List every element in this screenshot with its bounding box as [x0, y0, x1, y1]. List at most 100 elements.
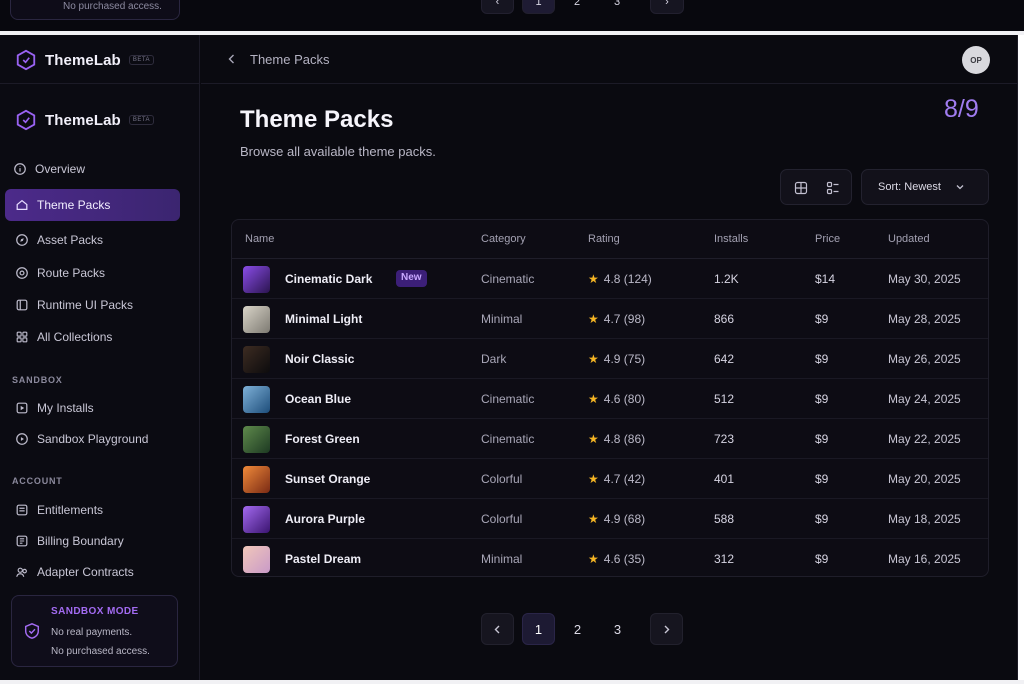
- sidebar-item-label: Sandbox Playground: [37, 432, 149, 446]
- next-page-button-clipped[interactable]: ›: [650, 0, 684, 14]
- theme-thumbnail: [243, 546, 270, 573]
- table-row[interactable]: Minimal Light Minimal ★ 4.7 (98) 866 $9 May 28…: [232, 298, 988, 338]
- theme-installs: 401: [714, 472, 735, 486]
- next-page-button[interactable]: [650, 613, 683, 645]
- theme-thumbnail: [243, 306, 270, 333]
- column-header-price[interactable]: Price: [815, 233, 840, 245]
- theme-packs-table: Name Category Rating Installs Price Upda…: [231, 219, 989, 577]
- star-icon: ★: [588, 392, 599, 406]
- theme-price: $9: [815, 392, 829, 406]
- column-header-rating[interactable]: Rating: [588, 233, 620, 245]
- sidebar-item-theme-packs[interactable]: Theme Packs: [5, 189, 180, 221]
- sandbox-mode-card: SANDBOX MODE No real payments. No purcha…: [11, 595, 178, 667]
- column-header-updated[interactable]: Updated: [888, 233, 930, 245]
- table-row[interactable]: Cinematic Dark New Cinematic ★ 4.8 (124) 1.2K…: [232, 258, 988, 298]
- theme-updated: May 28, 2025: [888, 312, 961, 326]
- sidebar-item-label: Theme Packs: [37, 198, 111, 212]
- theme-price: $9: [815, 352, 829, 366]
- sidebar-item-overview[interactable]: Overview: [3, 153, 178, 185]
- star-icon: ★: [588, 352, 599, 366]
- star-icon: ★: [588, 472, 599, 486]
- sidebar-brand[interactable]: ThemeLab BETA: [15, 109, 155, 131]
- shield-check-icon: [24, 623, 40, 639]
- theme-thumbnail: [243, 346, 270, 373]
- theme-installs: 723: [714, 432, 735, 446]
- theme-category: Cinematic: [481, 432, 535, 446]
- sort-dropdown[interactable]: Sort: Newest: [861, 169, 989, 205]
- sidebar-item-route-packs[interactable]: Route Packs: [5, 257, 180, 289]
- theme-category: Cinematic: [481, 272, 535, 286]
- theme-updated: May 22, 2025: [888, 432, 961, 446]
- sort-label: Sort: Newest: [878, 181, 941, 193]
- themelab-logo-icon: [16, 109, 36, 131]
- sidebar-item-runtime-ui-packs[interactable]: Runtime UI Packs: [5, 289, 180, 321]
- sidebar-item-sandbox-playground[interactable]: Sandbox Playground: [5, 423, 180, 455]
- sidebar-item-label: Billing Boundary: [37, 534, 124, 548]
- sandbox-mode-line1: No real payments.: [51, 627, 133, 638]
- theme-installs: 512: [714, 392, 735, 406]
- chevron-left-icon[interactable]: [225, 52, 239, 66]
- theme-installs: 642: [714, 352, 735, 366]
- theme-rating: ★ 4.6 (80): [588, 392, 645, 406]
- sandbox-mode-line2: No purchased access.: [51, 646, 150, 657]
- breadcrumb[interactable]: Theme Packs: [250, 52, 329, 67]
- sidebar-item-asset-packs[interactable]: Asset Packs: [5, 224, 180, 256]
- sidebar: ThemeLab BETA ThemeLab BETA Overview The…: [0, 35, 200, 680]
- theme-price: $9: [815, 472, 829, 486]
- sandbox-card-clipped-text: No purchased access.: [63, 1, 162, 12]
- sidebar-item-entitlements[interactable]: Entitlements: [5, 494, 180, 526]
- theme-installs: 1.2K: [714, 272, 739, 286]
- brand-name: ThemeLab: [45, 51, 121, 69]
- prev-page-button-clipped[interactable]: ‹: [481, 0, 514, 14]
- theme-price: $9: [815, 312, 829, 326]
- theme-name: Aurora Purple: [285, 512, 366, 526]
- theme-category: Colorful: [481, 472, 523, 486]
- page-button-1[interactable]: 1: [522, 613, 555, 645]
- prev-page-button[interactable]: [481, 613, 514, 645]
- sidebar-item-label: Asset Packs: [37, 233, 104, 247]
- sidebar-item-adapter-contracts[interactable]: Adapter Contracts: [5, 556, 180, 588]
- rating-value: 4.6 (35): [603, 552, 646, 566]
- rating-value: 4.8 (86): [603, 432, 646, 446]
- sidebar-item-my-installs[interactable]: My Installs: [5, 392, 180, 424]
- column-header-category[interactable]: Category: [481, 233, 526, 245]
- sidebar-item-label: Route Packs: [37, 266, 106, 280]
- section-label-sandbox: SANDBOX: [12, 375, 63, 385]
- star-icon: ★: [588, 512, 599, 526]
- theme-updated: May 16, 2025: [888, 552, 961, 566]
- theme-updated: May 26, 2025: [888, 352, 961, 366]
- sandbox-mode-title: SANDBOX MODE: [51, 606, 139, 617]
- page-button-clipped-2[interactable]: 2: [562, 0, 592, 14]
- theme-category: Colorful: [481, 512, 523, 526]
- page-button-3[interactable]: 3: [601, 613, 634, 645]
- page-button-2[interactable]: 2: [561, 613, 594, 645]
- page-button-clipped-1[interactable]: 1: [522, 0, 555, 14]
- page-subtitle: Browse all available theme packs.: [240, 144, 436, 159]
- theme-name: Minimal Light: [285, 312, 363, 326]
- target-icon: [16, 267, 28, 279]
- users-icon: [16, 567, 27, 577]
- brand-header[interactable]: ThemeLab BETA: [15, 49, 155, 71]
- theme-thumbnail: [243, 466, 270, 493]
- table-row[interactable]: Noir Classic Dark ★ 4.9 (75) 642 $9 May 26, 20…: [232, 338, 988, 378]
- theme-name: Sunset Orange: [285, 472, 371, 486]
- table-row[interactable]: Forest Green Cinematic ★ 4.8 (86) 723 $9 May 2…: [232, 418, 988, 458]
- theme-thumbnail: [243, 386, 270, 413]
- list-view-icon[interactable]: [826, 181, 840, 195]
- page-button-clipped-3[interactable]: 3: [602, 0, 632, 14]
- table-row[interactable]: Sunset Orange Colorful ★ 4.7 (42) 401 $9 May 2…: [232, 458, 988, 498]
- sidebar-item-billing-boundary[interactable]: Billing Boundary: [5, 525, 180, 557]
- theme-installs: 312: [714, 552, 735, 566]
- rating-value: 4.6 (80): [603, 392, 646, 406]
- sandbox-card-clipped: No purchased access.: [10, 0, 180, 20]
- grid-view-icon[interactable]: [794, 181, 808, 195]
- column-header-installs[interactable]: Installs: [714, 233, 748, 245]
- avatar[interactable]: OP: [962, 46, 990, 74]
- table-row[interactable]: Ocean Blue Cinematic ★ 4.6 (80) 512 $9 May 24,…: [232, 378, 988, 418]
- table-row[interactable]: Pastel Dream Minimal ★ 4.6 (35) 312 $9 May 16,…: [232, 538, 988, 578]
- sidebar-item-all-collections[interactable]: All Collections: [5, 321, 180, 353]
- theme-category: Dark: [481, 352, 507, 366]
- column-header-name[interactable]: Name: [245, 233, 274, 245]
- table-row[interactable]: Aurora Purple Colorful ★ 4.9 (68) 588 $9 May 1…: [232, 498, 988, 538]
- page-title: Theme Packs: [240, 106, 394, 133]
